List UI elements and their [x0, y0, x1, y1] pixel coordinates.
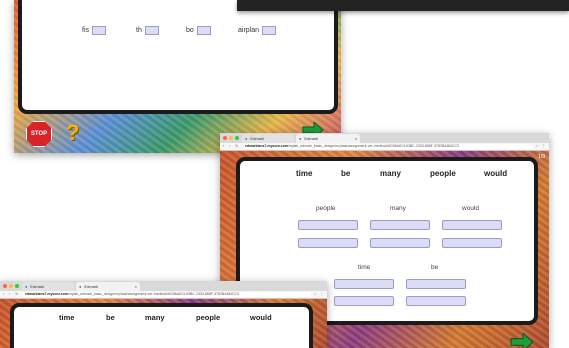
word-item: fis	[82, 26, 106, 35]
tab-bar: ● Edmark ● Edmark ×	[220, 133, 549, 143]
word-fragment: airplan	[238, 27, 260, 34]
help-label: ?	[66, 120, 80, 145]
word-item: bo	[186, 26, 211, 35]
word-bank-item[interactable]: people	[196, 313, 220, 322]
drop-slot[interactable]	[370, 220, 430, 230]
drop-slot[interactable]	[334, 296, 394, 306]
cropped-window-edge	[237, 0, 569, 11]
close-tab-icon[interactable]: ×	[355, 136, 357, 141]
activity-panel: fis th bo airplan	[18, 0, 338, 114]
letter-blank[interactable]	[262, 26, 277, 35]
star-icon[interactable]: ☆ ⋮	[313, 291, 324, 298]
close-tab-icon[interactable]: ×	[135, 284, 137, 289]
letter-blank[interactable]	[144, 26, 159, 35]
drop-slot[interactable]	[334, 279, 394, 289]
word-bank-item[interactable]: many	[380, 169, 401, 178]
word-bank-item[interactable]: time	[296, 169, 312, 178]
minimize-dot-icon[interactable]	[229, 136, 233, 140]
word-bank-item[interactable]: be	[341, 169, 350, 178]
activity-panel: time be many people would	[10, 303, 313, 348]
nav-buttons[interactable]: ‹ › ↻	[3, 291, 20, 298]
url-field[interactable]: edmarklans7.mysonr.com/mylab_edmark_basi…	[242, 144, 533, 149]
drop-slot[interactable]	[442, 220, 502, 230]
column-label: many	[390, 205, 406, 212]
minimize-dot-icon[interactable]	[9, 284, 13, 288]
address-bar: ‹ › ↻ edmarklans7.mysonr.com/mylab_edmar…	[0, 291, 327, 299]
tab-label: Edmark	[84, 284, 99, 289]
letter-blank[interactable]	[196, 26, 211, 35]
url-host: edmarklans7.mysonr.com	[25, 292, 68, 296]
maximize-dot-icon[interactable]	[235, 136, 239, 140]
address-bar: ‹ › ↻ edmarklans7.mysonr.com/mylab_edmar…	[220, 143, 549, 151]
word-item: th	[136, 26, 159, 35]
tab-favicon-icon: ●	[245, 136, 248, 141]
drop-slot[interactable]	[298, 238, 358, 248]
browser-window: ● Edmark ● Edmark × ‹ › ↻ edmarklans7.my…	[0, 281, 327, 348]
browser-tab-active[interactable]: ● Edmark ×	[76, 282, 140, 291]
browser-tab-active[interactable]: ● Edmark ×	[296, 134, 360, 143]
word-bank-item[interactable]: people	[430, 169, 456, 178]
url-host: edmarklans7.mysonr.com	[245, 144, 288, 148]
drop-slot[interactable]	[406, 296, 466, 306]
word-fragment: bo	[186, 27, 194, 34]
drop-slot[interactable]	[298, 220, 358, 230]
star-icon[interactable]: ☆ ⋮	[535, 143, 546, 150]
url-path: /mylab_edmark_basic_design/my/dashassign…	[288, 144, 460, 148]
drop-slot[interactable]	[406, 279, 466, 289]
tab-favicon-icon: ●	[25, 284, 28, 289]
url-path: /mylab_edmark_basic_design/my/dashassign…	[68, 292, 240, 296]
tab-favicon-icon: ●	[299, 136, 302, 141]
drop-slot[interactable]	[370, 238, 430, 248]
maximize-dot-icon[interactable]	[15, 284, 19, 288]
drop-slot[interactable]	[442, 238, 502, 248]
close-dot-icon[interactable]	[223, 136, 227, 140]
next-arrow-icon[interactable]	[510, 333, 534, 348]
tab-label: Edmark	[30, 284, 45, 289]
word-bank-item[interactable]: many	[145, 313, 165, 322]
tab-bar: ● Edmark ● Edmark ×	[0, 281, 327, 291]
url-field[interactable]: edmarklans7.mysonr.com/mylab_edmark_basi…	[22, 292, 311, 297]
word-fragment: fis	[82, 27, 89, 34]
group-label: be	[431, 264, 439, 271]
word-bank-item[interactable]: time	[59, 313, 74, 322]
column-label: would	[462, 205, 479, 212]
stop-label: STOP	[30, 131, 48, 137]
tab-label: Edmark	[250, 136, 265, 141]
browser-tab[interactable]: ● Edmark	[22, 282, 74, 291]
group-label: time	[358, 264, 371, 271]
word-bank-item[interactable]: would	[250, 313, 272, 322]
activity-frame-top: fis th bo airplan STOP ?	[14, 0, 341, 153]
close-dot-icon[interactable]	[3, 284, 7, 288]
column-label: people	[316, 205, 336, 212]
letter-blank[interactable]	[92, 26, 106, 35]
word-bank-item[interactable]: would	[484, 169, 507, 178]
tab-favicon-icon: ●	[79, 284, 82, 289]
tab-label: Edmark	[304, 136, 319, 141]
word-bank-item[interactable]: be	[106, 313, 115, 322]
item-counter: 1/9	[538, 154, 545, 160]
activity-frame: time be many people would	[0, 299, 327, 348]
word-fragment: th	[136, 27, 142, 34]
word-item: airplan	[238, 26, 277, 35]
browser-tab[interactable]: ● Edmark	[242, 134, 294, 143]
nav-buttons[interactable]: ‹ › ↻	[223, 143, 240, 150]
stop-sign-icon[interactable]: STOP	[26, 121, 52, 147]
question-mark-icon[interactable]: ?	[66, 120, 79, 146]
